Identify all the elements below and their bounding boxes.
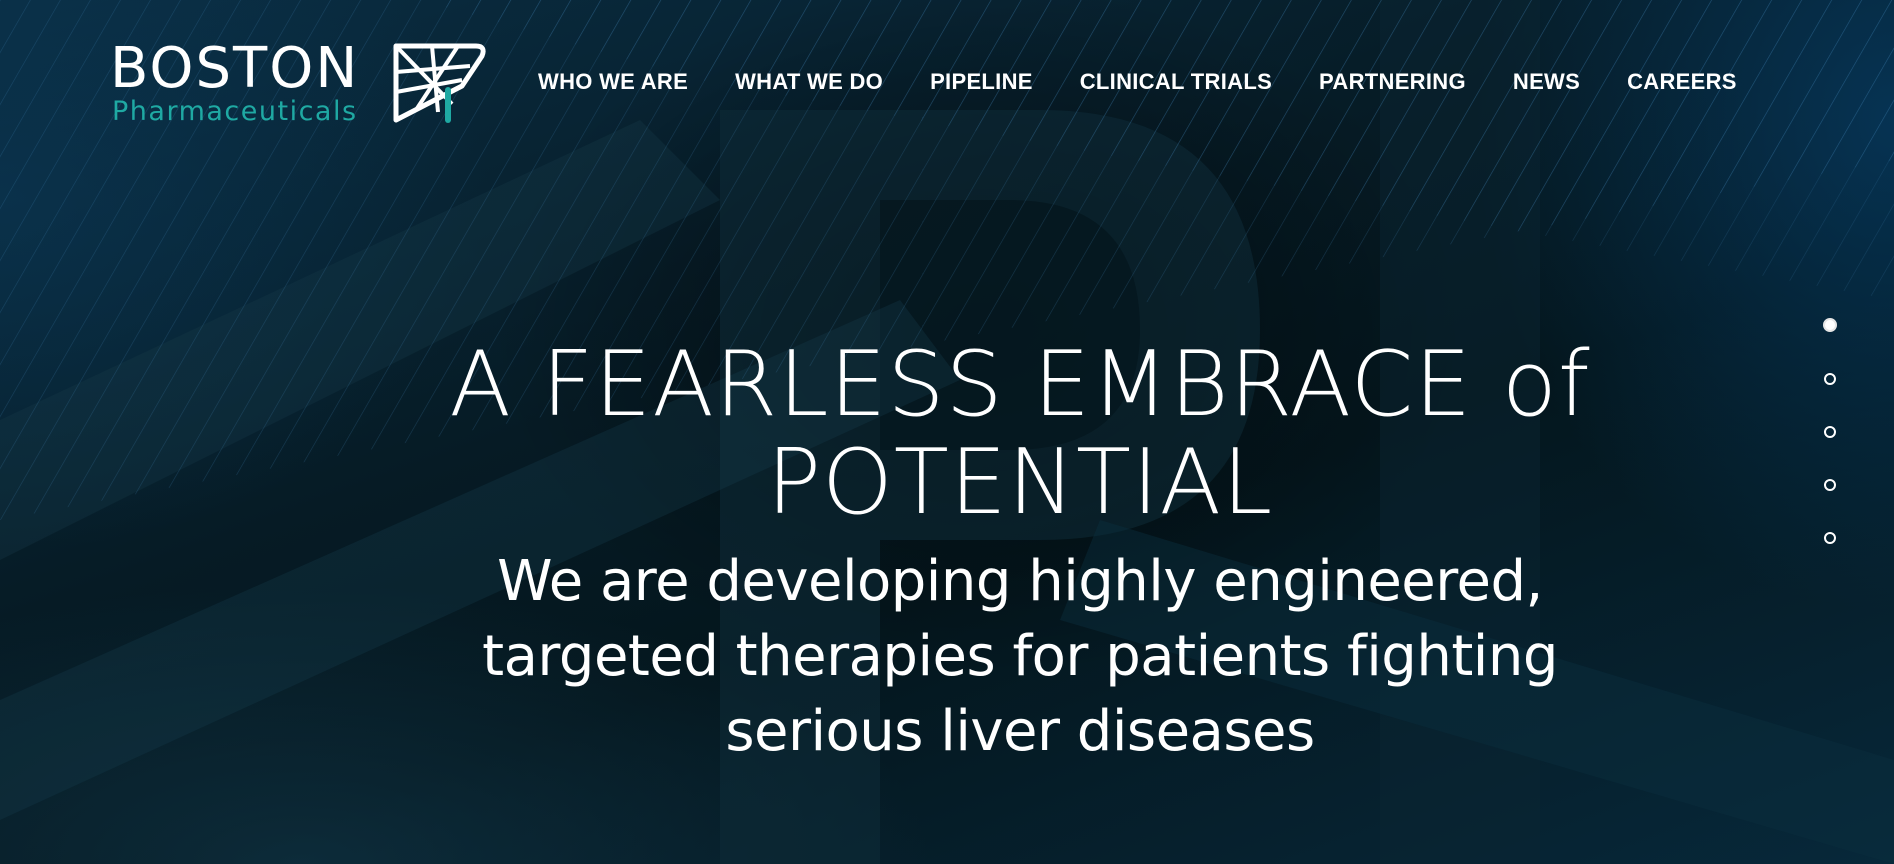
hero-subtitle-line1: We are developing highly engineered, bbox=[497, 549, 1543, 614]
nav-pipeline[interactable]: PIPELINE bbox=[930, 66, 1033, 98]
slide-dot-5[interactable] bbox=[1824, 532, 1836, 544]
nav-who-we-are[interactable]: WHO WE ARE bbox=[538, 66, 688, 98]
hero-title-line1: A FEARLESS EMBRACE of bbox=[449, 332, 1591, 438]
boston-pharma-logo-mark-icon bbox=[393, 43, 486, 123]
nav-clinical-trials[interactable]: CLINICAL TRIALS bbox=[1080, 66, 1272, 98]
slide-dot-1[interactable] bbox=[1823, 318, 1837, 332]
hero-title-line2: POTENTIAL bbox=[766, 430, 1274, 536]
brand-logo[interactable]: BOSTON Pharmaceuticals bbox=[110, 36, 490, 130]
site-header: BOSTON Pharmaceuticals WHO WE ARE WHAT W… bbox=[0, 0, 1894, 140]
hero-subtitle: We are developing highly engineered, tar… bbox=[0, 544, 1894, 769]
main-nav: WHO WE ARE WHAT WE DO PIPELINE CLINICAL … bbox=[538, 66, 1737, 98]
nav-partnering[interactable]: PARTNERING bbox=[1319, 66, 1466, 98]
nav-careers[interactable]: CAREERS bbox=[1627, 66, 1737, 98]
nav-news[interactable]: NEWS bbox=[1513, 66, 1580, 98]
hero-subtitle-line2: targeted therapies for patients fighting bbox=[482, 624, 1558, 689]
slide-dot-4[interactable] bbox=[1824, 479, 1836, 491]
slide-dot-3[interactable] bbox=[1824, 426, 1836, 438]
slide-pagination bbox=[1822, 318, 1838, 585]
hero-title: A FEARLESS EMBRACE of POTENTIAL bbox=[0, 336, 1894, 532]
brand-subname: Pharmaceuticals bbox=[112, 96, 358, 127]
hero-subtitle-line3: serious liver diseases bbox=[725, 699, 1315, 764]
slide-dot-2[interactable] bbox=[1824, 373, 1836, 385]
brand-name: BOSTON bbox=[110, 36, 360, 101]
nav-what-we-do[interactable]: WHAT WE DO bbox=[735, 66, 883, 98]
